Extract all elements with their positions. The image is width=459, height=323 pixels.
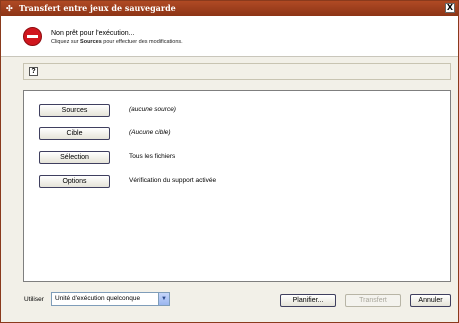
title-bar[interactable]: ✣ Transfert entre jeux de sauvegarde X xyxy=(1,1,458,16)
use-label: Utiliser xyxy=(24,296,44,303)
selection-value: Tous les fichiers xyxy=(129,153,176,160)
status-sub-prefix: Cliquez sur xyxy=(51,39,81,45)
sources-button[interactable]: Sources xyxy=(39,104,110,117)
status-instructions: Cliquez sur Sources pour effectuer des m… xyxy=(51,39,183,45)
settings-panel: Sources (aucune source) Cible (Aucune ci… xyxy=(23,90,451,282)
status-title: Non prêt pour l'exécution... xyxy=(51,30,135,37)
help-icon[interactable]: ? xyxy=(29,67,38,76)
chevron-down-icon[interactable]: ▼ xyxy=(158,293,169,305)
status-panel: Non prêt pour l'exécution... Cliquez sur… xyxy=(1,16,458,57)
app-icon: ✣ xyxy=(6,3,13,13)
status-sub-suffix: pour effectuer des modifications. xyxy=(101,39,183,45)
target-button[interactable]: Cible xyxy=(39,127,110,140)
device-select[interactable]: Unité d'exécution quelconque ▼ xyxy=(51,292,170,306)
sources-value: (aucune source) xyxy=(129,106,176,113)
options-value: Vérification du support activée xyxy=(129,177,217,184)
window-title: Transfert entre jeux de sauvegarde xyxy=(19,3,176,13)
selection-button[interactable]: Sélection xyxy=(39,151,110,164)
target-value: (Aucune cible) xyxy=(129,129,171,136)
status-sub-bold: Sources xyxy=(80,39,102,45)
stop-icon xyxy=(23,27,42,46)
schedule-button[interactable]: Planifier... xyxy=(280,294,336,307)
device-select-value: Unité d'exécution quelconque xyxy=(55,295,141,302)
close-button[interactable]: X xyxy=(445,3,455,13)
transfer-button[interactable]: Transfert xyxy=(345,294,401,307)
help-bar: ? xyxy=(23,63,451,80)
backup-transfer-window: ✣ Transfert entre jeux de sauvegarde X N… xyxy=(0,0,459,323)
options-button[interactable]: Options xyxy=(39,175,110,188)
cancel-button[interactable]: Annuler xyxy=(410,294,451,307)
